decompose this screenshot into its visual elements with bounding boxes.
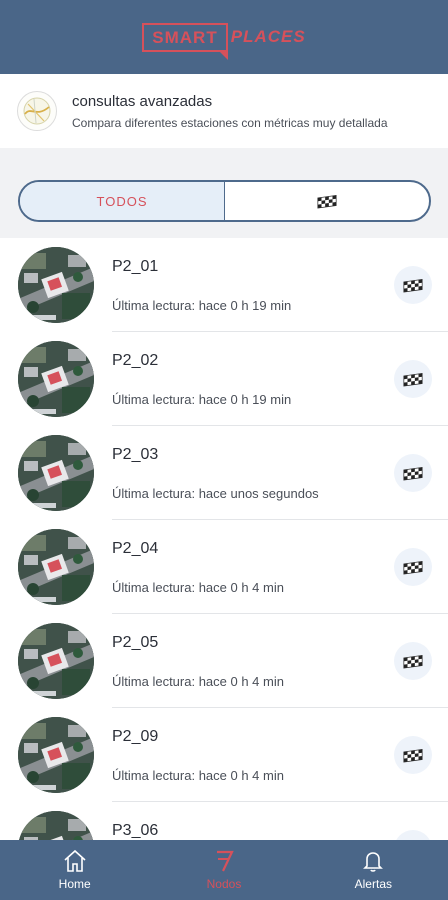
node-last-reading: Última lectura: hace 0 h 4 min [112,768,284,783]
node-last-reading: Última lectura: hace 0 h 4 min [112,674,284,689]
tab-todos[interactable]: TODOS [20,182,225,220]
nav-nodos[interactable]: Nodos [149,840,298,900]
map-icon [17,91,57,131]
list-item[interactable]: P2_04 Última lectura: hace 0 h 4 min [0,520,448,614]
node-avatar [18,529,94,605]
list-item[interactable]: P2_05 Última lectura: hace 0 h 4 min [0,614,448,708]
node-avatar [18,435,94,511]
node-name: P2_09 [112,728,159,745]
logo-smart: SMART [142,22,229,60]
checkered-flag-icon [402,559,424,575]
list-item[interactable]: P2_09 Última lectura: hace 0 h 4 min [0,708,448,802]
advanced-title: consultas avanzadas [72,92,213,110]
node-avatar [18,247,94,323]
node-last-reading: Última lectura: hace 0 h 19 min [112,298,292,313]
flag-button[interactable] [394,548,432,586]
node-last-reading: Última lectura: hace 0 h 19 min [112,392,292,407]
advanced-subtitle: Compara diferentes estaciones con métric… [72,115,388,130]
node-avatar [18,717,94,793]
checkered-flag-icon [402,277,424,293]
flag-button[interactable] [394,736,432,774]
list-item[interactable]: P2_02 Última lectura: hace 0 h 19 min [0,332,448,426]
node-last-reading: Última lectura: hace 0 h 4 min [112,580,284,595]
node-avatar [18,811,94,840]
logo-places: PLACES [230,27,306,46]
flag-button[interactable] [394,830,432,840]
nav-alertas-label: Alertas [354,877,392,891]
list-item[interactable]: P2_03 Última lectura: hace unos segundos [0,426,448,520]
nav-alertas[interactable]: Alertas [299,840,448,900]
checkered-flag-icon [402,371,424,387]
nodes-list: P2_01 Última lectura: hace 0 h 19 min P2… [0,238,448,840]
node-name: P2_01 [112,258,159,275]
flag-button[interactable] [394,642,432,680]
node-name: P2_02 [112,352,159,369]
tab-flagged[interactable] [225,182,429,220]
node-avatar [18,623,94,699]
flag-button[interactable] [394,266,432,304]
bell-icon [363,852,384,872]
filter-segmented-control: TODOS [18,180,431,222]
home-icon [64,849,86,872]
list-item[interactable]: P2_01 Última lectura: hace 0 h 19 min [0,238,448,332]
node-name: P2_05 [112,634,159,651]
checkered-flag-icon [402,747,424,763]
flag-button[interactable] [394,360,432,398]
bottom-navigation: Home Nodos Alertas [0,840,448,900]
checkered-flag-icon [402,465,424,481]
nav-home[interactable]: Home [0,840,149,900]
smart-places-logo: SMART PLACES [142,22,306,60]
node-last-reading: Última lectura: hace unos segundos [112,486,319,501]
node-name: P3_06 [112,822,159,839]
flag-button[interactable] [394,454,432,492]
node-name: P2_03 [112,446,159,463]
checkered-flag-icon [402,653,424,669]
node-name: P2_04 [112,540,159,557]
list-item[interactable]: P3_06 [0,802,448,840]
checkered-flag-icon [316,193,338,209]
app-header: SMART PLACES [0,0,448,74]
nav-home-label: Home [58,877,91,891]
node-avatar [18,341,94,417]
nodes-icon [216,850,234,872]
nav-nodos-label: Nodos [206,877,242,891]
advanced-queries-banner[interactable]: consultas avanzadas Compara diferentes e… [0,74,448,148]
